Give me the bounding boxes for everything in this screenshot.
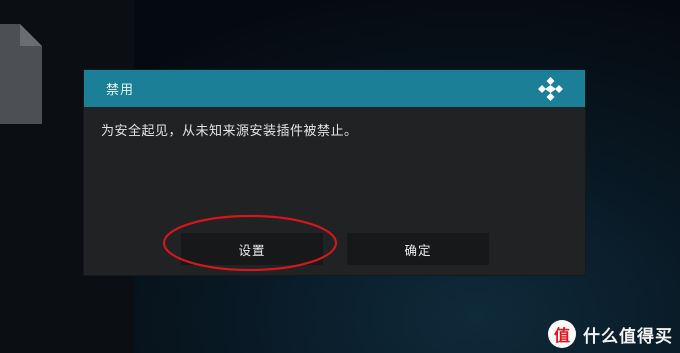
file-icon bbox=[0, 24, 42, 124]
dialog-title: 禁用 bbox=[106, 83, 135, 98]
watermark: 值 什么值得买 bbox=[548, 320, 673, 348]
highlight-ellipse bbox=[162, 214, 338, 272]
watermark-text: 什么值得买 bbox=[583, 326, 673, 347]
dialog-header: 禁用 bbox=[84, 70, 585, 107]
ok-button[interactable]: 确定 bbox=[347, 233, 489, 265]
dialog-message: 为安全起见，从未知来源安装插件被禁止。 bbox=[101, 124, 358, 139]
kodi-logo-icon bbox=[538, 77, 563, 101]
watermark-badge: 值 bbox=[548, 320, 576, 348]
